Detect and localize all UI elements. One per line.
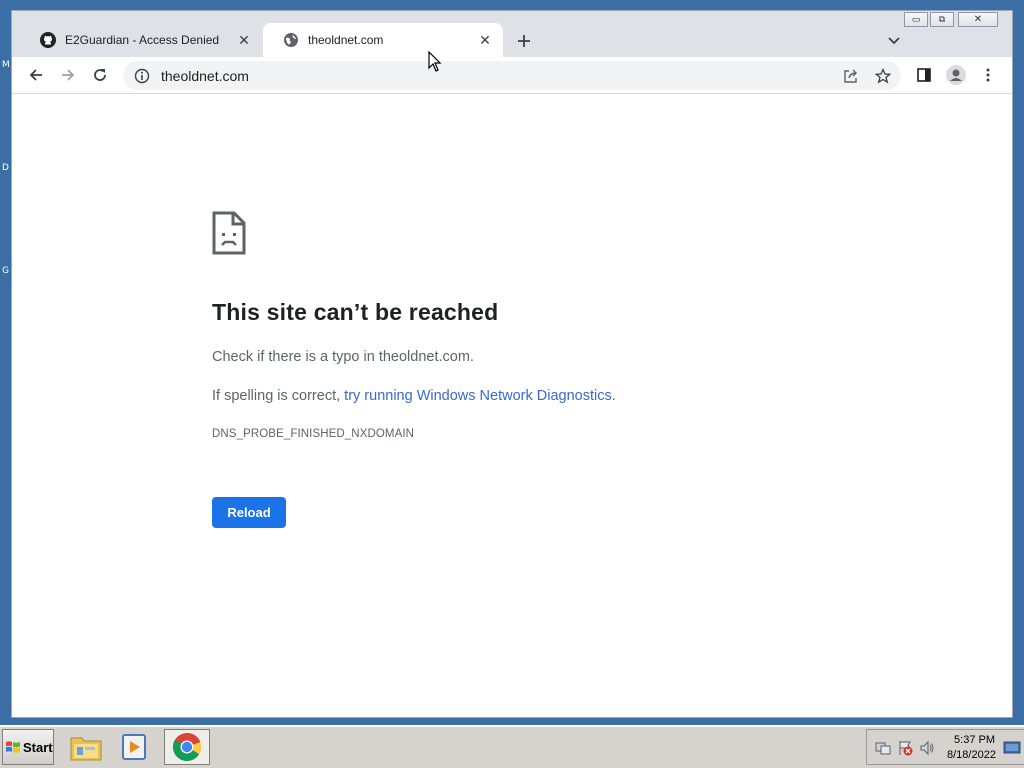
tab-theoldnet[interactable]: theoldnet.com ✕ bbox=[263, 23, 503, 57]
error-hint-typo: Check if there is a typo in theoldnet.co… bbox=[212, 349, 474, 365]
new-tab-button[interactable] bbox=[514, 31, 534, 51]
desktop-icon-label: M bbox=[2, 60, 10, 70]
avatar-icon bbox=[946, 65, 966, 85]
refresh-icon bbox=[94, 69, 106, 81]
page-content: This site can’t be reached Check if ther… bbox=[12, 94, 1012, 717]
error-hint-diagnostics: If spelling is correct, try running Wind… bbox=[212, 388, 616, 404]
back-arrow-icon bbox=[29, 69, 42, 81]
more-vert-icon bbox=[986, 68, 990, 82]
side-panel-button[interactable] bbox=[914, 65, 934, 85]
back-button[interactable] bbox=[26, 65, 46, 85]
side-panel-icon bbox=[917, 68, 931, 82]
browser-window: ▭ ⧉ ✕ E2Guardian - Access Denied ✕ theol… bbox=[11, 10, 1013, 718]
address-bar[interactable]: theoldnet.com bbox=[123, 61, 901, 90]
error-hint-suffix: . bbox=[611, 388, 616, 404]
close-tab-icon[interactable]: ✕ bbox=[236, 32, 252, 48]
error-title: This site can’t be reached bbox=[212, 299, 499, 325]
error-code: DNS_PROBE_FINISHED_NXDOMAIN bbox=[212, 428, 415, 440]
share-button[interactable] bbox=[841, 66, 861, 86]
media-player-icon[interactable] bbox=[114, 729, 154, 765]
forward-button[interactable] bbox=[58, 65, 78, 85]
error-hint-prefix: If spelling is correct, bbox=[212, 388, 345, 404]
network-diagnostics-link[interactable]: try running Windows Network Diagnostics bbox=[344, 388, 612, 404]
close-tab-icon[interactable]: ✕ bbox=[477, 32, 493, 48]
volume-icon[interactable] bbox=[919, 740, 935, 756]
clock-time: 5:37 PM bbox=[954, 734, 995, 746]
taskbar: Start 5:37 PM 8/18/2022 bbox=[0, 725, 1024, 768]
show-desktop-icon[interactable] bbox=[1003, 740, 1021, 756]
bookmark-button[interactable] bbox=[873, 66, 893, 86]
desktop-icon-label: D bbox=[2, 163, 9, 173]
plus-icon bbox=[518, 35, 530, 47]
start-button[interactable]: Start bbox=[2, 729, 54, 765]
clock-date: 8/18/2022 bbox=[947, 749, 996, 761]
file-explorer-icon[interactable] bbox=[66, 729, 106, 765]
info-icon[interactable] bbox=[133, 67, 151, 85]
system-tray: 5:37 PM 8/18/2022 bbox=[866, 729, 1024, 765]
tab-title: theoldnet.com bbox=[308, 33, 384, 47]
tab-e2guardian[interactable]: E2Guardian - Access Denied ✕ bbox=[20, 23, 262, 57]
desktop-icon-label: G bbox=[2, 266, 9, 276]
tab-search-button[interactable] bbox=[886, 32, 902, 48]
url-text: theoldnet.com bbox=[161, 67, 249, 84]
github-icon bbox=[40, 32, 56, 48]
reload-toolbar-button[interactable] bbox=[90, 65, 110, 85]
reload-button[interactable]: Reload bbox=[212, 497, 286, 528]
windows-logo-icon bbox=[6, 741, 20, 753]
sad-page-icon bbox=[212, 211, 246, 255]
profile-button[interactable] bbox=[946, 65, 966, 85]
action-center-warning-icon[interactable] bbox=[897, 740, 913, 756]
address-bar-actions bbox=[829, 66, 901, 86]
network-icon[interactable] bbox=[875, 740, 891, 756]
share-icon bbox=[844, 69, 857, 83]
start-label: Start bbox=[23, 739, 53, 755]
chevron-down-icon bbox=[888, 37, 900, 45]
mouse-cursor-icon bbox=[428, 51, 442, 72]
forward-arrow-icon bbox=[62, 69, 75, 81]
browser-toolbar: theoldnet.com bbox=[12, 57, 1012, 94]
menu-button[interactable] bbox=[978, 65, 998, 85]
chrome-icon[interactable] bbox=[164, 729, 210, 765]
tab-strip: E2Guardian - Access Denied ✕ theoldnet.c… bbox=[12, 23, 1012, 57]
globe-icon bbox=[283, 32, 299, 48]
clock[interactable]: 5:37 PM 8/18/2022 bbox=[947, 733, 996, 763]
star-icon bbox=[875, 68, 891, 84]
tab-title: E2Guardian - Access Denied bbox=[65, 33, 220, 47]
